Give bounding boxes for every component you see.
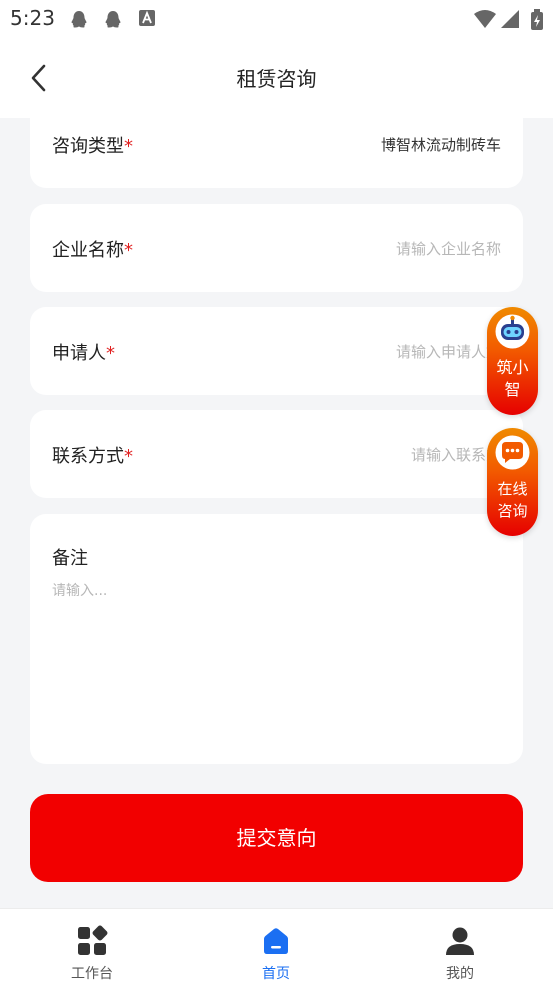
signal-icon [501,10,519,28]
consult-type-value: 博智林流动制砖车 [380,136,501,154]
tab-workbench[interactable]: 工作台 [0,909,184,984]
consult-type-row[interactable]: 咨询类型* 博智林流动制砖车 [30,100,523,188]
tab-home-label: 首页 [262,966,290,982]
person-icon [446,927,474,955]
battery-charging-icon [531,9,543,30]
status-time: 5:23 [10,6,55,30]
chat-bubble-icon [495,435,530,470]
applicant-label: 申请人* [52,343,115,364]
remark-card: 备注 请输入... [30,514,523,764]
home-icon [264,928,288,954]
assistant-label: 筑小智 [496,358,529,399]
qq-icon [71,11,87,28]
tab-workbench-label: 工作台 [71,966,113,982]
submit-button[interactable]: 提交意向 [30,794,523,882]
bottom-tab-bar: 工作台 首页 我的 [0,908,553,984]
company-name-input[interactable]: 请输入企业名称 [396,238,501,259]
company-name-label: 企业名称* [52,240,133,261]
status-bar: 5:23 [0,0,553,38]
consult-type-label: 咨询类型* [52,136,133,157]
online-consult-label: 在线 咨询 [497,480,528,520]
remark-textarea[interactable]: 请输入... [52,580,107,600]
applicant-input[interactable]: 请输入申请人姓 [396,341,501,362]
company-name-row: 企业名称* 请输入企业名称 [30,204,523,292]
contact-label: 联系方式* [52,446,133,467]
contact-row: 联系方式* 请输入联系方 [30,410,523,498]
robot-icon [495,314,530,349]
online-consult-float-button[interactable]: 在线 咨询 [487,428,538,536]
remark-label: 备注 [52,548,88,569]
tab-mine[interactable]: 我的 [368,909,552,984]
tab-home[interactable]: 首页 [184,909,368,984]
tab-mine-label: 我的 [446,966,474,982]
app-a-icon [139,10,155,26]
assistant-float-button[interactable]: 筑小智 [487,307,538,415]
page-title: 租赁咨询 [236,67,317,91]
grid-icon [78,925,108,955]
qq-icon [105,11,121,28]
applicant-row: 申请人* 请输入申请人姓 [30,307,523,395]
wifi-icon [474,10,496,28]
